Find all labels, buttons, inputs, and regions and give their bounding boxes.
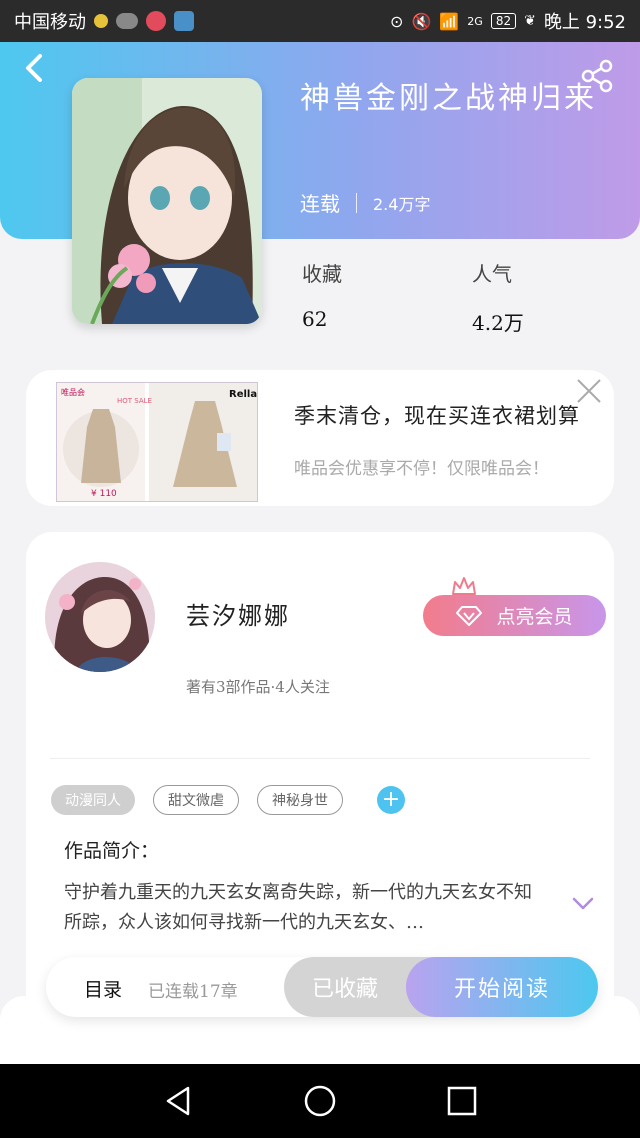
system-nav-bar <box>0 1064 640 1138</box>
add-tag-button[interactable]: + <box>377 786 405 814</box>
intro-heading: 作品简介： <box>64 840 160 862</box>
action-bar: 目录 已连载17章 已收藏 开始阅读 <box>46 957 598 1017</box>
serial-chapters: 已连载17章 <box>148 982 238 1002</box>
chevron-down-icon <box>572 897 594 910</box>
stat-popularity: 人气 4.2万 <box>472 258 524 336</box>
tag-item[interactable]: 甜文微虐 <box>153 785 239 815</box>
author-name[interactable]: 芸汐娜娜 <box>186 596 290 631</box>
stat-label: 人气 <box>472 262 512 286</box>
start-reading-button[interactable]: 开始阅读 <box>406 957 598 1017</box>
leaf-icon: ❦ <box>524 13 536 29</box>
favorited-label: 已收藏 <box>312 977 379 1002</box>
vip-button[interactable]: 点亮会员 <box>423 595 606 636</box>
ad-badge: HOT SALE <box>117 397 152 405</box>
book-meta: 连载 2.4万字 <box>300 188 430 217</box>
wechat-icon <box>116 13 138 29</box>
status-bar: 中国移动 ⊙ 🔇 📶 2G 82 ❦ 晚上 9:52 <box>0 0 640 42</box>
nav-recents-button[interactable] <box>445 1084 479 1118</box>
tag-list: 动漫同人 甜文微虐 神秘身世 + <box>51 785 405 815</box>
ad-subtitle: 唯品会优惠享不停！仅限唯品会！ <box>294 459 549 479</box>
vip-label: 点亮会员 <box>496 606 573 628</box>
wifi-icon: 📶 <box>439 11 460 31</box>
ad-banner[interactable]: 唯品会 HOT SALE Rella ¥ 110 季末清仓，现在买连衣裙划算 唯… <box>26 370 614 506</box>
stat-label: 收藏 <box>302 262 342 286</box>
divider <box>50 758 590 759</box>
serial-status: 连载 <box>300 192 340 216</box>
tag-item[interactable]: 神秘身世 <box>257 785 343 815</box>
close-icon <box>577 379 601 403</box>
ad-title: 季末清仓，现在买连衣裙划算 <box>294 404 580 428</box>
book-title: 神兽金刚之战神归来 <box>300 81 597 116</box>
network-label: 2G <box>467 14 483 28</box>
triangle-back-icon <box>166 1086 190 1116</box>
alarm-icon: ⊙ <box>390 11 404 31</box>
circle-home-icon <box>304 1085 336 1117</box>
meta-divider <box>356 192 357 213</box>
ad-brand: Rella <box>229 389 257 400</box>
back-button[interactable] <box>22 52 46 93</box>
ad-close-button[interactable] <box>574 376 604 406</box>
mute-icon: 🔇 <box>411 11 432 31</box>
ad-price: ¥ 110 <box>91 489 117 499</box>
nav-home-button[interactable] <box>303 1084 337 1118</box>
clock: 晚上 9:52 <box>543 12 626 33</box>
toc-button[interactable]: 目录 <box>84 975 122 1002</box>
crown-icon <box>452 577 476 595</box>
ad-image: 唯品会 HOT SALE Rella ¥ 110 <box>56 382 258 502</box>
tag-item[interactable]: 动漫同人 <box>51 785 135 815</box>
start-reading-label: 开始阅读 <box>453 977 550 1002</box>
chevron-left-icon <box>26 54 42 82</box>
nav-back-button[interactable] <box>162 1084 196 1118</box>
author-avatar[interactable] <box>45 562 155 672</box>
stat-value: 62 <box>302 307 328 331</box>
app-notification-icon <box>146 11 166 31</box>
square-recents-icon <box>447 1086 477 1116</box>
diamond-icon <box>456 605 483 626</box>
notification-bulb-icon <box>94 14 108 28</box>
stat-value: 4.2万 <box>472 311 524 335</box>
cover-illustration <box>72 78 262 324</box>
stat-favorites: 收藏 62 <box>302 258 342 331</box>
plus-icon: + <box>381 787 401 812</box>
battery-level: 82 <box>490 13 517 29</box>
svg-text:唯品会: 唯品会 <box>61 387 85 397</box>
author-info: 著有3部作品·4人关注 <box>186 678 330 696</box>
expand-intro-button[interactable] <box>572 896 594 910</box>
book-cover[interactable] <box>72 78 262 324</box>
carrier-label: 中国移动 <box>14 12 86 33</box>
word-count: 2.4万字 <box>373 194 431 214</box>
browser-icon <box>174 11 194 31</box>
intro-text: 守护着九重天的九天玄女离奇失踪，新一代的九天玄女不知所踪，众人该如何寻找新一代的… <box>64 882 532 933</box>
